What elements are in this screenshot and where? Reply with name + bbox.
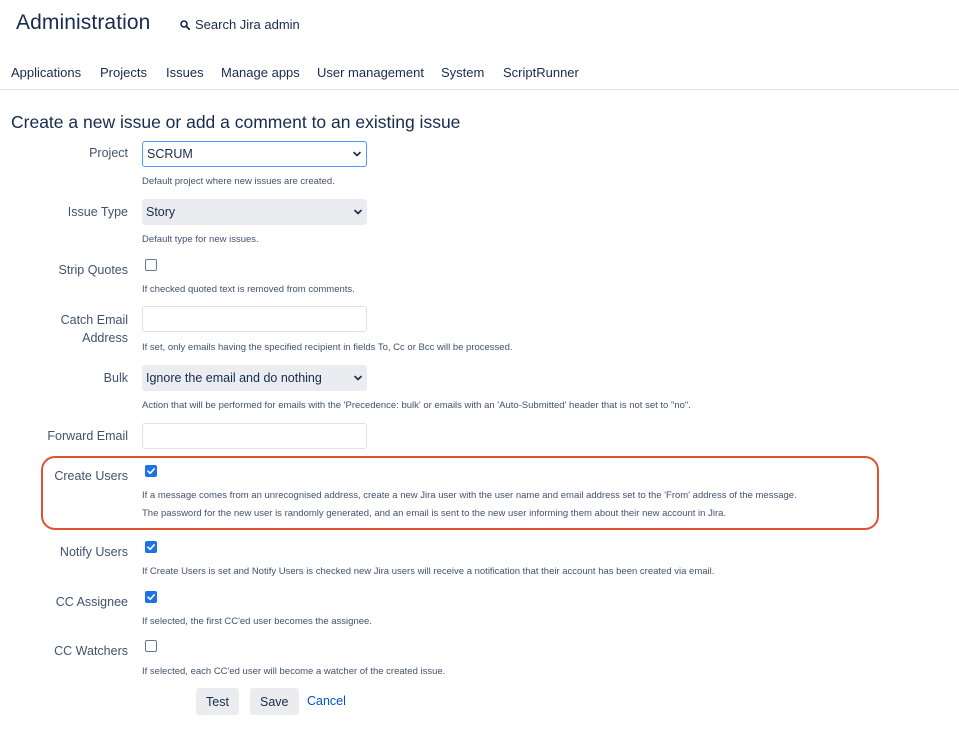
bulk-description: Action that will be performed for emails… <box>142 400 691 411</box>
nav-applications[interactable]: Applications <box>11 65 81 80</box>
save-button[interactable]: Save <box>250 688 299 715</box>
nav-scriptrunner[interactable]: ScriptRunner <box>503 65 579 80</box>
create-users-label: Create Users <box>54 469 128 483</box>
forward-email-input[interactable] <box>142 423 367 449</box>
header: Administration Search Jira admin <box>0 0 959 50</box>
search-icon <box>180 19 190 30</box>
strip-quotes-label: Strip Quotes <box>58 263 128 277</box>
nav-user-management[interactable]: User management <box>317 65 424 80</box>
issue-type-value: Story <box>146 205 176 219</box>
project-description: Default project where new issues are cre… <box>142 176 335 187</box>
page-title: Create a new issue or add a comment to a… <box>11 112 461 132</box>
strip-quotes-checkbox[interactable] <box>145 259 157 271</box>
forward-email-label: Forward Email <box>47 429 128 443</box>
checkmark-icon <box>147 594 155 601</box>
admin-nav: Applications Projects Issues Manage apps… <box>0 60 959 90</box>
checkmark-icon <box>147 468 155 475</box>
project-label: Project <box>89 146 128 160</box>
bulk-select[interactable]: Ignore the email and do nothing <box>142 365 367 391</box>
bulk-value: Ignore the email and do nothing <box>146 371 322 385</box>
nav-system[interactable]: System <box>441 65 484 80</box>
chevron-down-icon <box>353 151 361 157</box>
cc-watchers-checkbox[interactable] <box>145 640 157 652</box>
bulk-label: Bulk <box>103 371 128 385</box>
chevron-down-icon <box>354 209 362 215</box>
cc-assignee-description: If selected, the first CC'ed user become… <box>142 616 372 627</box>
catch-email-input[interactable] <box>142 306 367 332</box>
nav-projects[interactable]: Projects <box>100 65 147 80</box>
issue-type-description: Default type for new issues. <box>142 234 259 245</box>
search-label: Search Jira admin <box>195 17 300 32</box>
issue-type-label: Issue Type <box>67 205 128 219</box>
catch-email-label-line2: Address <box>82 331 128 345</box>
strip-quotes-description: If checked quoted text is removed from c… <box>142 284 355 295</box>
cc-assignee-label: CC Assignee <box>55 595 128 609</box>
issue-type-select[interactable]: Story <box>142 199 367 225</box>
create-users-description-line1: If a message comes from an unrecognised … <box>142 490 797 501</box>
checkmark-icon <box>147 544 155 551</box>
chevron-down-icon <box>354 375 362 381</box>
app-title: Administration <box>16 11 151 34</box>
nav-manage-apps[interactable]: Manage apps <box>221 65 300 80</box>
catch-email-description: If set, only emails having the specified… <box>142 342 513 353</box>
test-button[interactable]: Test <box>196 688 239 715</box>
create-users-checkbox[interactable] <box>145 465 157 477</box>
cc-assignee-checkbox[interactable] <box>145 591 157 603</box>
notify-users-label: Notify Users <box>59 545 128 559</box>
cc-watchers-label: CC Watchers <box>54 644 128 658</box>
project-select[interactable]: SCRUM <box>142 141 367 167</box>
cc-watchers-description: If selected, each CC'ed user will become… <box>142 666 446 677</box>
create-users-description-line2: The password for the new user is randoml… <box>142 508 727 519</box>
notify-users-checkbox[interactable] <box>145 541 157 553</box>
nav-issues[interactable]: Issues <box>166 65 204 80</box>
project-value: SCRUM <box>147 147 193 161</box>
catch-email-label: Catch Email <box>60 313 128 327</box>
search-jira-admin[interactable]: Search Jira admin <box>180 17 300 32</box>
cancel-link[interactable]: Cancel <box>307 694 346 708</box>
notify-users-description: If Create Users is set and Notify Users … <box>142 566 715 577</box>
